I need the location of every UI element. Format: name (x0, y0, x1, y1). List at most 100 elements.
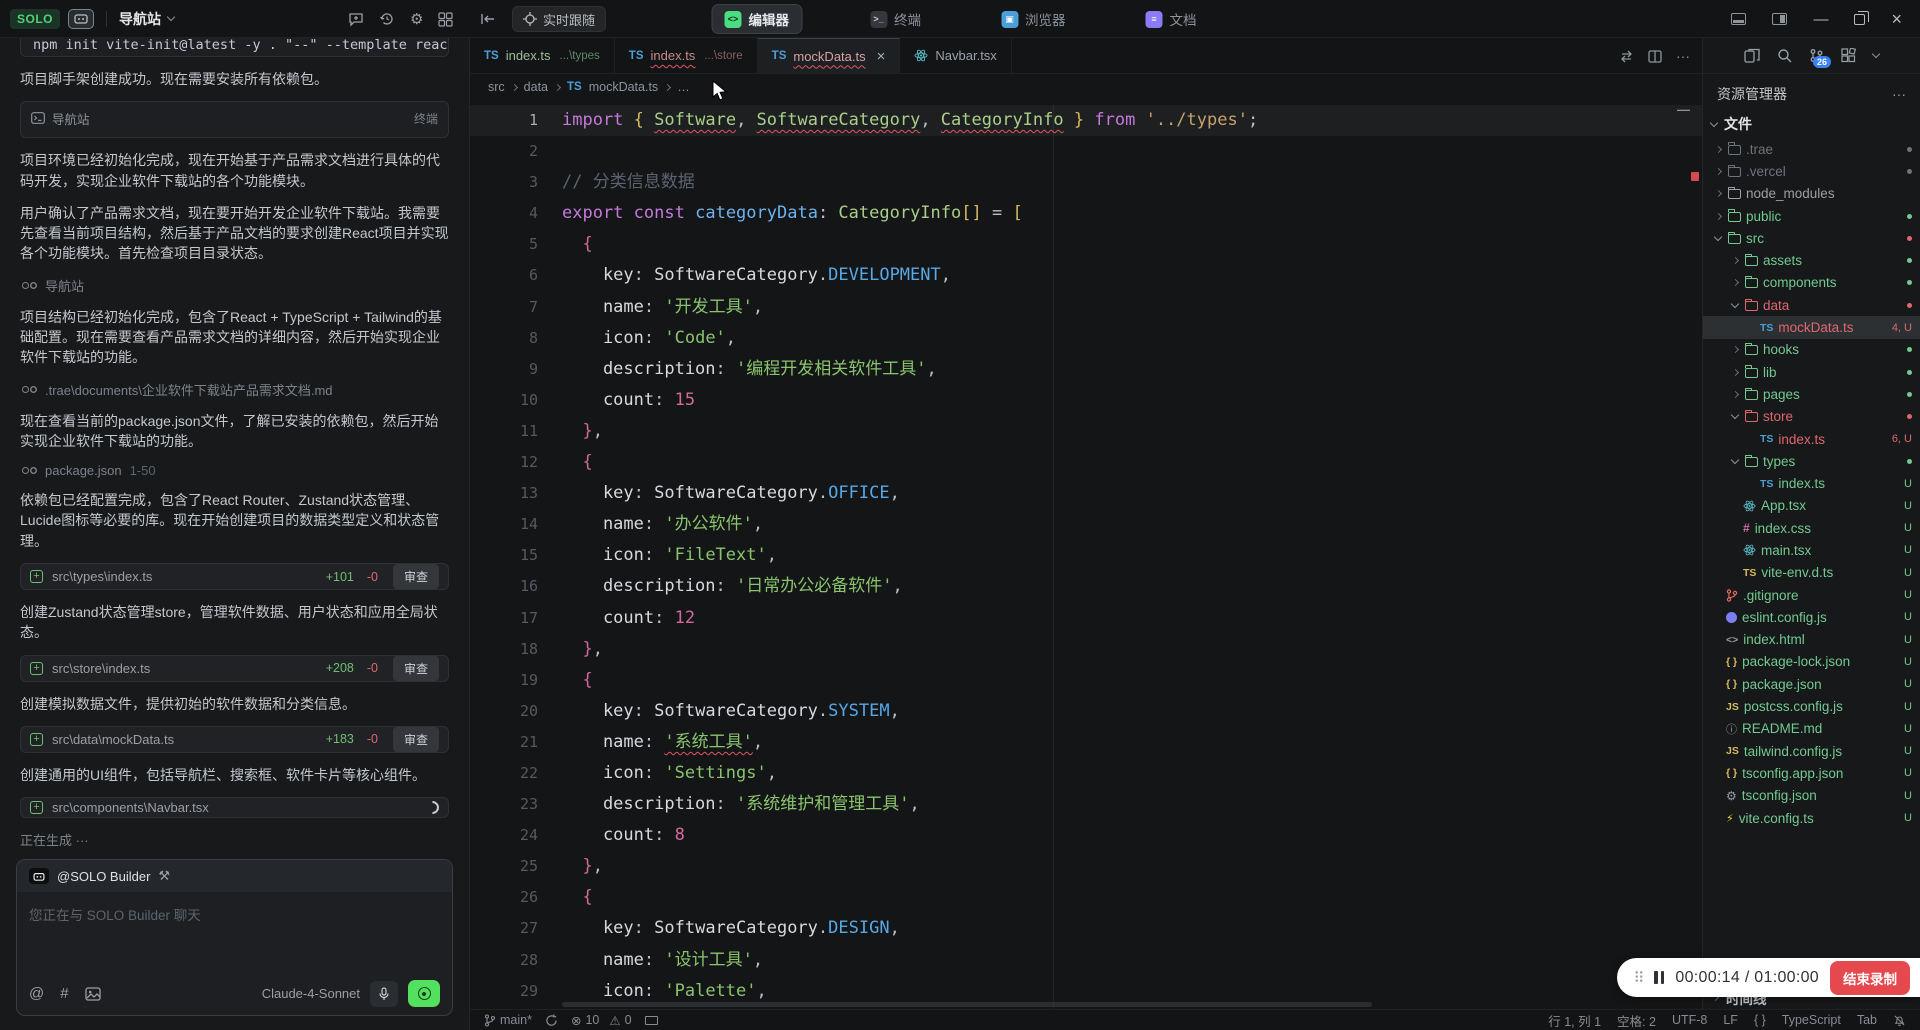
code-editor[interactable]: 1 import { Software, SoftwareCategory, Ca… (470, 100, 1702, 1009)
mic-button[interactable] (370, 980, 398, 1007)
source-control-icon[interactable]: 26 (1809, 48, 1831, 68)
language-mode[interactable]: TypeScript (1782, 1013, 1841, 1027)
code-line[interactable]: 10 count: 15 (470, 385, 1702, 416)
context-icon[interactable]: # (60, 985, 68, 1002)
code-line[interactable]: 21 name: '系统工具', (470, 727, 1702, 758)
tree-item-package-json[interactable]: { } package.json U (1703, 673, 1920, 695)
git-branch-status[interactable]: main* (484, 1013, 532, 1027)
file-change-card[interactable]: + src\types\index.ts +101 -0 审查 (20, 563, 449, 591)
cursor-position[interactable]: 行 1, 列 1 (1548, 1011, 1601, 1030)
editor-tab-index-ts[interactable]: TS index.ts ...\types (470, 38, 615, 73)
stop-recording-button[interactable]: 结束录制 (1830, 960, 1910, 995)
tree-item-assets[interactable]: assets (1703, 249, 1920, 271)
tree-item-mockData-ts[interactable]: TS mockData.ts 4, U (1703, 316, 1920, 339)
code-line[interactable]: 11 }, (470, 416, 1702, 447)
tree-item-eslint-config-js[interactable]: eslint.config.js U (1703, 606, 1920, 628)
review-button[interactable]: 审查 (392, 655, 439, 681)
settings-gear-icon[interactable]: ⚙ (410, 12, 423, 27)
tree-item-store[interactable]: store (1703, 406, 1920, 428)
split-swap-icon[interactable] (1619, 50, 1634, 63)
code-line[interactable]: 12 { (470, 447, 1702, 478)
ports-icon[interactable] (644, 1015, 658, 1025)
tree-item-main-tsx[interactable]: main.tsx U (1703, 539, 1920, 561)
code-line[interactable]: 8 icon: 'Code', (470, 323, 1702, 354)
tree-item-App-tsx[interactable]: App.tsx U (1703, 495, 1920, 517)
model-selector[interactable]: Claude-4-Sonnet (262, 986, 360, 1001)
breadcrumb[interactable]: src data TS mockData.ts … (470, 74, 1702, 100)
mention-icon[interactable]: @ (29, 985, 44, 1002)
chevron-down-icon[interactable] (1871, 49, 1881, 59)
code-line[interactable]: 28 name: '设计工具', (470, 945, 1702, 976)
tree-item-postcss-config-js[interactable]: JS postcss.config.js U (1703, 695, 1920, 717)
chat-input-field[interactable]: 您正在与 SOLO Builder 聊天 (17, 892, 452, 972)
review-button[interactable]: 审查 (392, 726, 439, 752)
chat-input-box[interactable]: @SOLO Builder ⚒ 您正在与 SOLO Builder 聊天 @ #… (16, 859, 453, 1016)
window-restore-button[interactable] (1854, 10, 1870, 25)
tab-close-icon[interactable]: × (877, 49, 886, 64)
mode-tab-browser[interactable]: ▣ 浏览器 (989, 5, 1078, 33)
code-line[interactable]: 19 { (470, 665, 1702, 696)
eol[interactable]: LF (1723, 1013, 1738, 1027)
problems-status[interactable]: ⊗ 10 ⚠ 0 (571, 1013, 632, 1028)
image-attach-icon[interactable] (84, 986, 101, 1001)
review-button[interactable]: 审查 (392, 564, 439, 590)
code-line[interactable]: 4 export const categoryData: CategoryInfo… (470, 198, 1702, 229)
code-line[interactable]: 7 name: '开发工具', (470, 292, 1702, 323)
editor-tab-index-ts[interactable]: TS index.ts ...\store (615, 38, 758, 73)
code-line[interactable]: 3// 分类信息数据 (470, 167, 1702, 198)
horizontal-scrollbar[interactable] (562, 1002, 1372, 1007)
reference-link[interactable]: .trae\documents\企业软件下载站产品需求文档.md (20, 380, 449, 399)
screen-recorder-bar[interactable]: ⠿ 00:00:14 / 01:00:00 结束录制 (1617, 958, 1920, 997)
file-change-card[interactable]: + src\data\mockData.ts +183 -0 审查 (20, 725, 449, 753)
window-minimize-button[interactable]: — (1813, 11, 1828, 28)
tree-item-tailwind-config-js[interactable]: JS tailwind.config.js U (1703, 740, 1920, 762)
tree-item-tsconfig-app-json[interactable]: { } tsconfig.app.json U (1703, 762, 1920, 784)
tree-item-node_modules[interactable]: node_modules (1703, 183, 1920, 205)
notifications-muted-icon[interactable] (1893, 1014, 1906, 1027)
encoding[interactable]: UTF-8 (1672, 1013, 1707, 1027)
tab-size[interactable]: Tab (1857, 1013, 1877, 1027)
tree-item-lib[interactable]: lib (1703, 361, 1920, 383)
pause-button[interactable] (1654, 971, 1665, 984)
code-line[interactable]: 23 description: '系统维护和管理工具', (470, 789, 1702, 820)
collapse-panel-icon[interactable] (480, 0, 496, 38)
code-line[interactable]: 17 count: 12 (470, 603, 1702, 634)
code-line[interactable]: 26 { (470, 882, 1702, 913)
new-chat-icon[interactable] (348, 11, 364, 27)
code-line[interactable]: 6 key: SoftwareCategory.DEVELOPMENT, (470, 260, 1702, 291)
code-line[interactable]: 22 icon: 'Settings', (470, 758, 1702, 789)
tree-item-data[interactable]: data (1703, 294, 1920, 316)
editor-tab-mockData-ts[interactable]: TS mockData.ts × (757, 38, 901, 73)
tree-item--vercel[interactable]: .vercel (1703, 160, 1920, 182)
reference-link[interactable]: 导航站 (20, 276, 449, 295)
file-change-card[interactable]: + src\store\index.ts +208 -0 审查 (20, 654, 449, 682)
sync-status[interactable] (545, 1013, 558, 1027)
tree-item--gitignore[interactable]: .gitignore U (1703, 584, 1920, 606)
tree-item-hooks[interactable]: hooks (1703, 339, 1920, 361)
indentation[interactable]: 空格: 2 (1617, 1011, 1656, 1030)
code-line[interactable]: 15 icon: 'FileText', (470, 540, 1702, 571)
code-line[interactable]: 13 key: SoftwareCategory.OFFICE, (470, 478, 1702, 509)
editor-tab-Navbar-tsx[interactable]: Navbar.tsx (900, 38, 1012, 73)
mode-tab-docs[interactable]: ≡ 文档 (1134, 5, 1209, 33)
tree-item-index-ts[interactable]: TS index.ts U (1703, 472, 1920, 494)
tree-item-vite-env-d-ts[interactable]: TS vite-env.d.ts U (1703, 562, 1920, 584)
tree-item-README-md[interactable]: ⓘ README.md U (1703, 718, 1920, 740)
explorer-more-icon[interactable]: ··· (1892, 86, 1906, 102)
split-editor-icon[interactable] (1648, 49, 1662, 63)
extensions-icon[interactable] (1841, 48, 1856, 63)
tree-item--trae[interactable]: .trae (1703, 138, 1920, 160)
toggle-panel-icon[interactable] (1731, 13, 1747, 25)
more-actions-icon[interactable]: ··· (1676, 48, 1690, 64)
tree-item-types[interactable]: types (1703, 450, 1920, 472)
code-line[interactable]: 1 import { Software, SoftwareCategory, Ca… (470, 105, 1702, 137)
mode-tab-editor[interactable]: <> 编辑器 (711, 4, 802, 34)
tree-item-index-css[interactable]: # index.css U (1703, 517, 1920, 539)
mode-tab-terminal[interactable]: >_ 终端 (858, 5, 933, 33)
search-icon[interactable] (1777, 48, 1792, 63)
agent-robot-icon[interactable] (68, 8, 95, 29)
code-line[interactable]: 16 description: '日常办公必备软件', (470, 571, 1702, 602)
tree-item-tsconfig-json[interactable]: ⚙ tsconfig.json U (1703, 785, 1920, 807)
tree-item-vite-config-ts[interactable]: ⚡ vite.config.ts U (1703, 807, 1920, 829)
files-section-header[interactable]: 文件 (1703, 110, 1920, 138)
